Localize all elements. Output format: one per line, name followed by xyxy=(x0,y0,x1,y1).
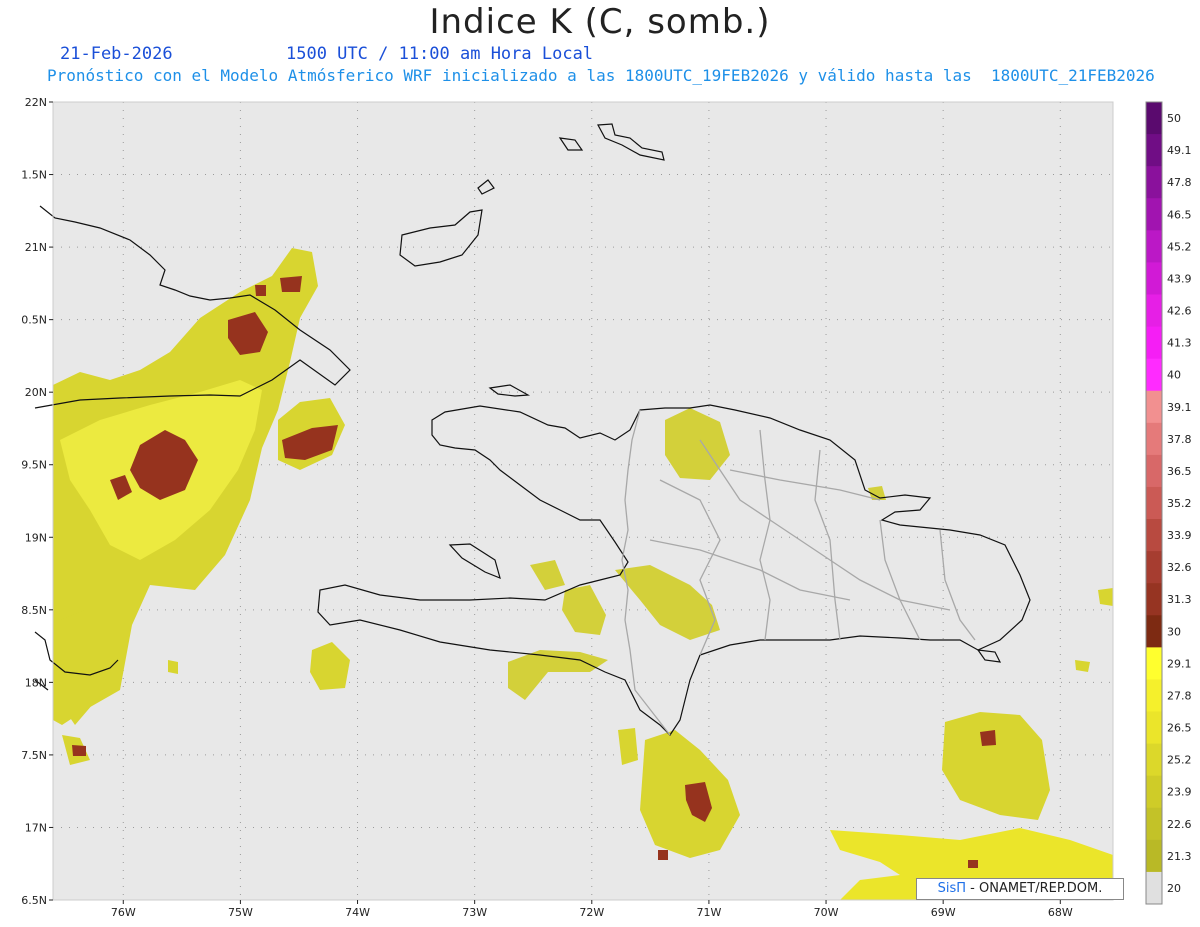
lat-label: 6.5N xyxy=(21,894,47,907)
lon-label: 70W xyxy=(814,906,839,919)
colorbar-label: 35.2 xyxy=(1167,497,1192,510)
colorbar-label: 22.6 xyxy=(1167,818,1192,831)
lat-label: 22N xyxy=(25,96,47,109)
field-east-edge xyxy=(1098,588,1113,606)
core-5 xyxy=(280,276,302,292)
lat-label: 17N xyxy=(25,821,47,834)
colorbar-swatch xyxy=(1146,551,1162,584)
field-east-edge2 xyxy=(1075,660,1090,672)
colorbar-label: 23.9 xyxy=(1167,786,1192,799)
colorbar-swatch xyxy=(1146,134,1162,167)
colorbar-label: 31.3 xyxy=(1167,593,1192,606)
lon-label: 68W xyxy=(1048,906,1073,919)
colorbar-label: 46.5 xyxy=(1167,208,1192,221)
colorbar-label: 25.2 xyxy=(1167,754,1192,767)
colorbar-swatch xyxy=(1146,711,1162,745)
lat-label: 9.5N xyxy=(21,459,47,472)
colorbar-label: 43.9 xyxy=(1167,272,1192,285)
colorbar-swatch xyxy=(1146,743,1162,777)
colorbar-label: 41.3 xyxy=(1167,337,1192,350)
lon-label: 72W xyxy=(579,906,604,919)
lon-label: 71W xyxy=(696,906,721,919)
colorbar-label: 27.8 xyxy=(1167,689,1192,702)
core-10 xyxy=(658,850,668,860)
colorbar-label: 29.1 xyxy=(1167,657,1192,670)
core-6 xyxy=(255,285,266,296)
lat-label: 8.5N xyxy=(21,604,47,617)
colorbar-label: 42.6 xyxy=(1167,305,1192,318)
colorbar-swatch xyxy=(1146,807,1162,841)
core-8 xyxy=(980,730,996,746)
credit-box: SisΠ - ONAMET/REP.DOM. xyxy=(916,878,1124,900)
lat-label: 20N xyxy=(25,386,47,399)
lat-label: 7.5N xyxy=(21,749,47,762)
lon-label: 73W xyxy=(462,906,487,919)
colorbar-label: 30 xyxy=(1167,625,1181,638)
colorbar-label: 32.6 xyxy=(1167,561,1192,574)
forecast-map: 22N 1.5N 21N 0.5N 20N 9.5N 19N 8.5N 18N 7.5N 17N 6.… xyxy=(21,96,1192,919)
colorbar-label: 50 xyxy=(1167,112,1181,125)
colorbar-label: 37.8 xyxy=(1167,433,1192,446)
brand-label: SisΠ xyxy=(937,881,967,896)
colorbar-label: 39.1 xyxy=(1167,401,1192,414)
colorbar-label: 20 xyxy=(1167,882,1181,895)
lat-label: 19N xyxy=(25,531,47,544)
colorbar-swatch xyxy=(1146,198,1162,231)
lon-label: 75W xyxy=(228,906,253,919)
colorbar-swatch xyxy=(1146,871,1162,905)
colorbar-swatch xyxy=(1146,166,1162,199)
colorbar-label: 49.1 xyxy=(1167,144,1192,157)
lat-label: 0.5N xyxy=(21,314,47,327)
colorbar-label: 40 xyxy=(1167,369,1181,382)
colorbar-swatch xyxy=(1146,454,1162,488)
lat-label: 1.5N xyxy=(21,169,47,182)
colorbar-swatch xyxy=(1146,519,1162,552)
colorbar-label: 26.5 xyxy=(1167,722,1192,735)
colorbar-swatch xyxy=(1146,294,1162,328)
colorbar-swatch xyxy=(1146,647,1162,680)
colorbar-label: 47.8 xyxy=(1167,176,1192,189)
colorbar-swatch xyxy=(1146,839,1162,873)
colorbar-swatch xyxy=(1146,102,1162,135)
colorbar-swatch xyxy=(1146,390,1162,424)
colorbar-swatch xyxy=(1146,326,1162,360)
colorbar-swatch xyxy=(1146,615,1162,648)
colorbar-label: 33.9 xyxy=(1167,529,1192,542)
colorbar-swatch xyxy=(1146,358,1162,392)
core-9 xyxy=(72,745,86,756)
colorbar-swatch xyxy=(1146,230,1162,263)
colorbar-swatch xyxy=(1146,486,1162,520)
colorbar-swatch xyxy=(1146,262,1162,295)
colorbar-swatch xyxy=(1146,422,1162,456)
lat-label: 18N xyxy=(25,676,47,689)
lon-label: 69W xyxy=(931,906,956,919)
colorbar-swatch xyxy=(1146,583,1162,616)
colorbar-label: 36.5 xyxy=(1167,465,1192,478)
colorbar-swatch xyxy=(1146,775,1162,809)
colorbar-swatch xyxy=(1146,679,1162,713)
lat-label: 21N xyxy=(25,241,47,254)
colorbar: 50 49.1 47.8 46.5 45.2 43.9 42.6 41.3 40 39.1 37.8… xyxy=(1145,101,1192,905)
colorbar-label: 21.3 xyxy=(1167,850,1192,863)
lon-label: 74W xyxy=(345,906,370,919)
core-11 xyxy=(968,860,978,868)
lon-label: 76W xyxy=(111,906,136,919)
field-small-3 xyxy=(168,660,178,674)
colorbar-label: 45.2 xyxy=(1167,240,1192,253)
credit-label: - ONAMET/REP.DOM. xyxy=(966,881,1103,896)
